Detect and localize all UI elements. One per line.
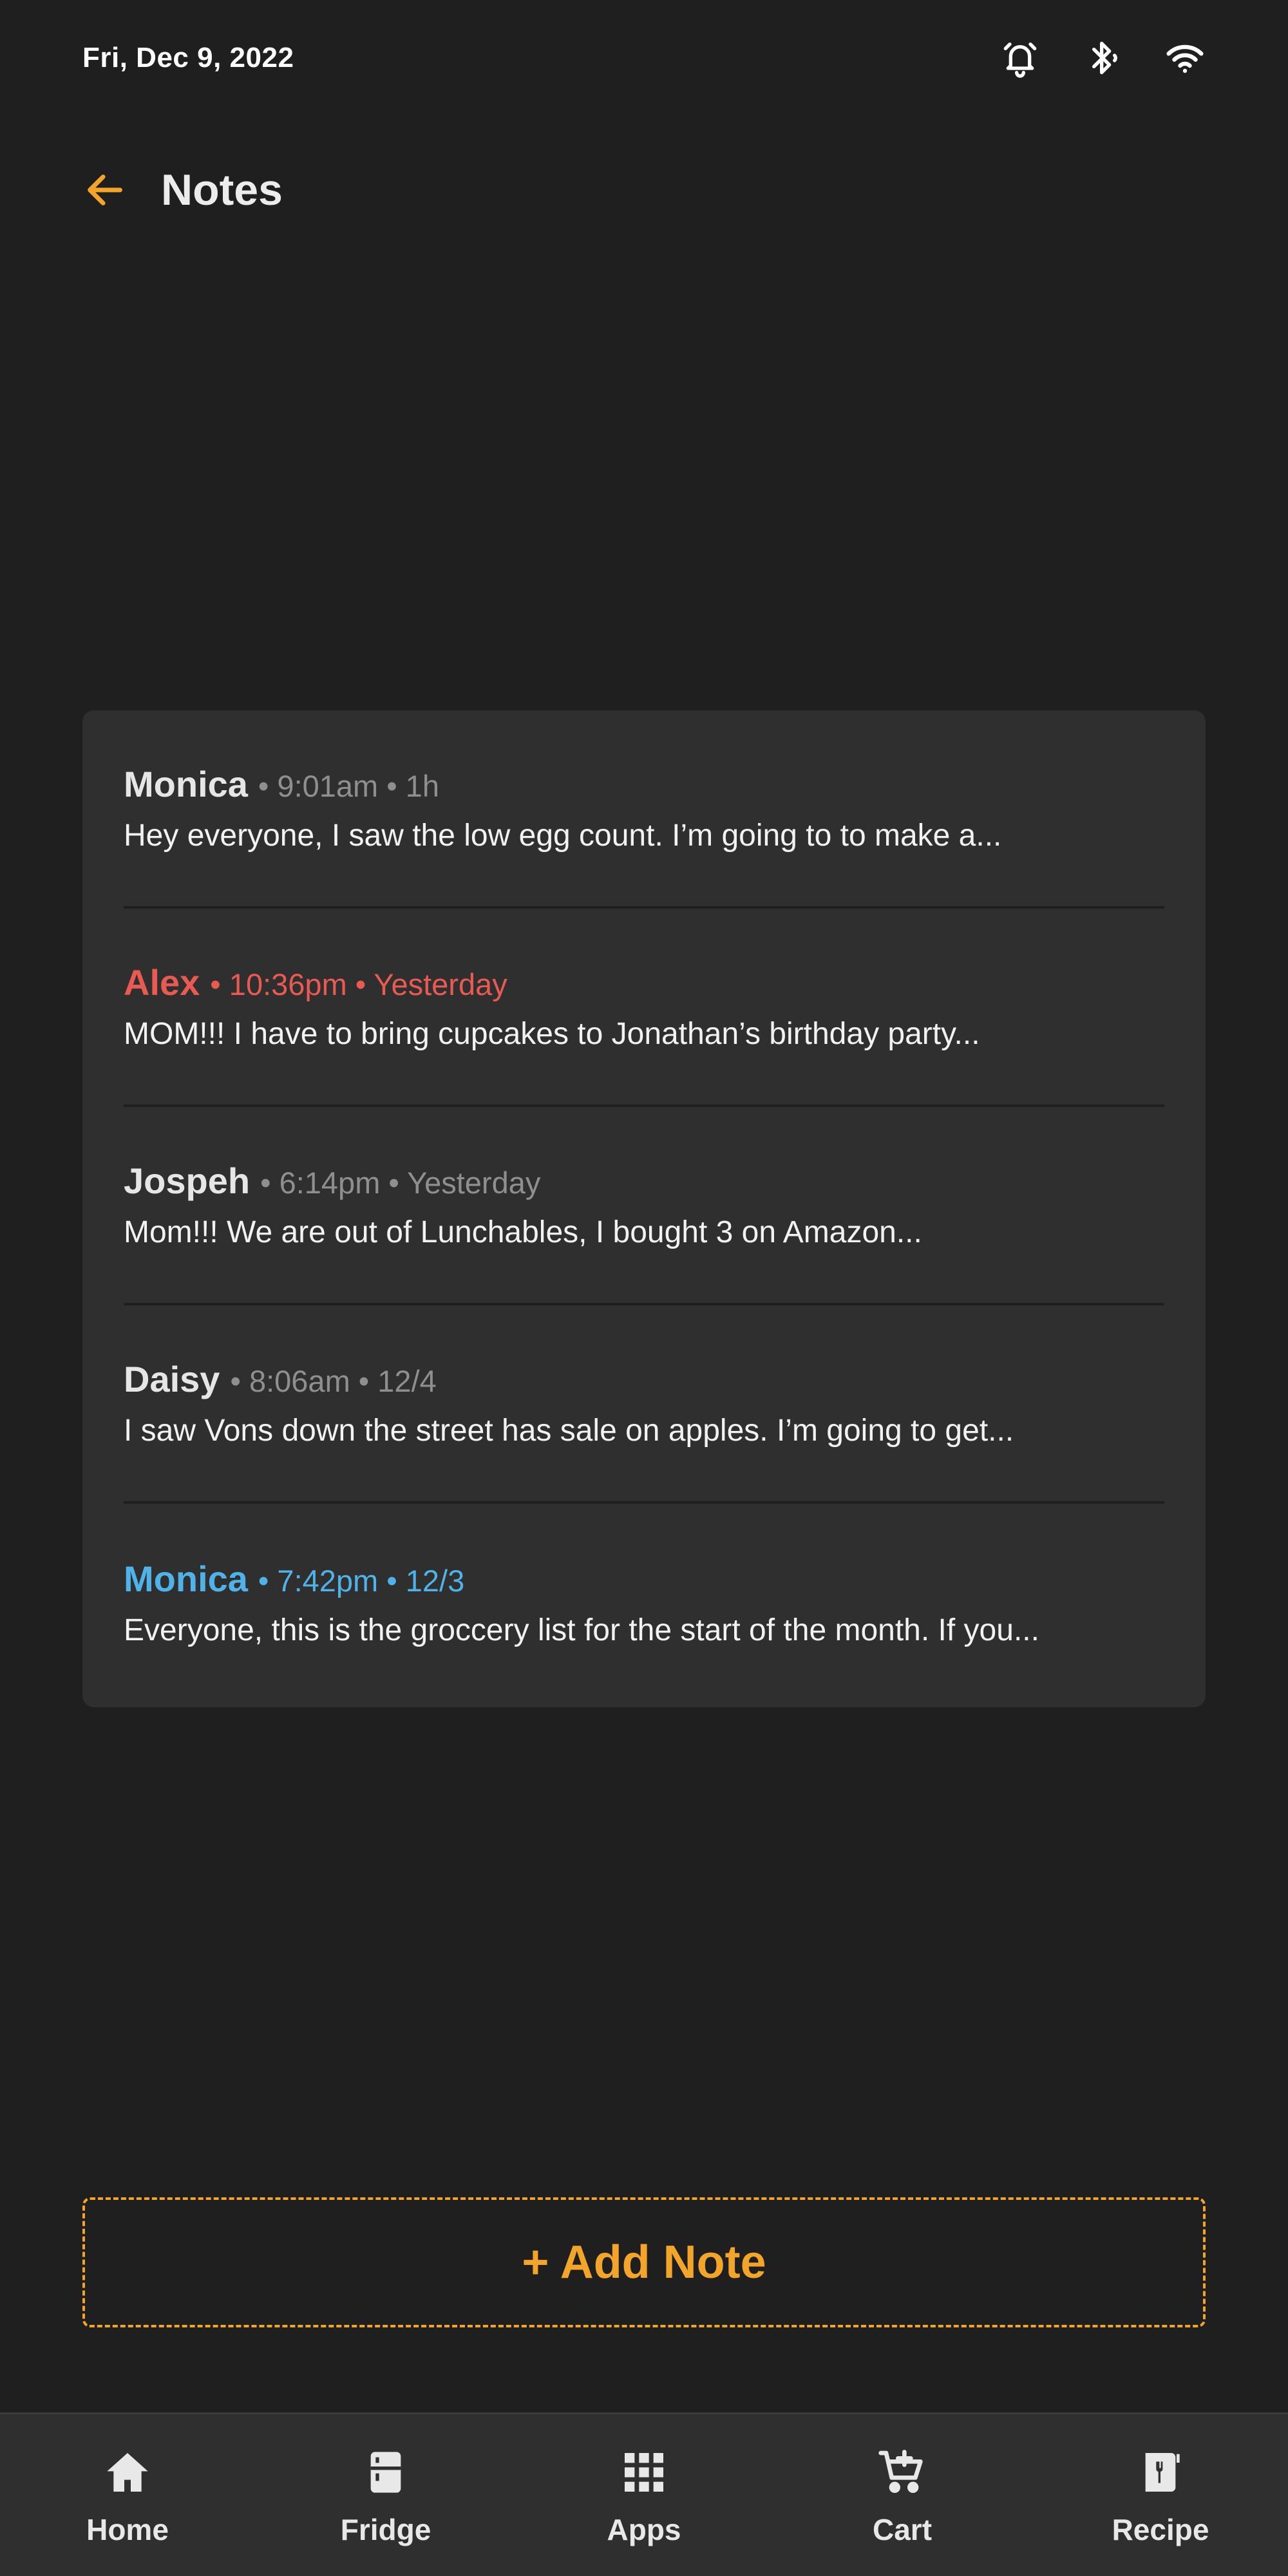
- nav-item-home[interactable]: Home: [41, 2414, 214, 2576]
- recipe-book-icon: [1145, 2453, 1180, 2492]
- note-header: Jospeh • 6:14pm • Yesterday: [124, 1160, 1164, 1202]
- notes-screen: Fri, Dec 9, 2022 Notes Monica • 9:01am •…: [0, 0, 1288, 2576]
- nav-item-apps[interactable]: Apps: [558, 2414, 730, 2576]
- nav-item-recipe[interactable]: Recipe: [1074, 2414, 1247, 2576]
- status-bar: Fri, Dec 9, 2022: [82, 35, 1206, 80]
- note-author: Monica: [124, 764, 248, 804]
- note-preview: MOM!!! I have to bring cupcakes to Jonat…: [124, 1017, 980, 1051]
- nav-label: Home: [86, 2513, 169, 2546]
- home-icon: [107, 2453, 148, 2492]
- fridge-icon: [370, 2452, 401, 2493]
- nav-item-cart[interactable]: Cart: [816, 2414, 989, 2576]
- note-author: Daisy: [124, 1359, 220, 1399]
- note-meta: • 10:36pm • Yesterday: [210, 967, 507, 1001]
- nav-label: Apps: [607, 2513, 681, 2546]
- nav-label: Cart: [872, 2513, 933, 2546]
- bottom-nav: Home Fridge Apps Cart Recipe: [0, 2412, 1288, 2576]
- bluetooth-icon: [1082, 37, 1123, 79]
- note-item[interactable]: Jospeh • 6:14pm • Yesterday Mom!!! We ar…: [124, 1107, 1164, 1305]
- note-header: Monica • 9:01am • 1h: [124, 763, 1164, 805]
- back-button[interactable]: [82, 167, 128, 213]
- alarm-icon: [999, 37, 1041, 79]
- note-meta: • 8:06am • 12/4: [230, 1364, 437, 1398]
- page-title: Notes: [161, 166, 283, 214]
- add-note-button[interactable]: + Add Note: [82, 2197, 1206, 2327]
- note-item[interactable]: Monica • 9:01am • 1h Hey everyone, I saw…: [124, 710, 1164, 909]
- note-header: Alex • 10:36pm • Yesterday: [124, 961, 1164, 1003]
- cart-icon: [878, 2450, 923, 2493]
- apps-grid-icon: [625, 2453, 663, 2492]
- wifi-icon: [1164, 37, 1206, 79]
- header: Notes: [82, 158, 283, 222]
- note-meta: • 9:01am • 1h: [258, 769, 440, 803]
- note-author: Alex: [124, 962, 200, 1003]
- status-date: Fri, Dec 9, 2022: [82, 42, 294, 73]
- note-author: Jospeh: [124, 1160, 251, 1201]
- note-preview: Hey everyone, I saw the low egg count. I…: [124, 819, 1002, 853]
- nav-item-fridge[interactable]: Fridge: [299, 2414, 472, 2576]
- note-meta: • 7:42pm • 12/3: [258, 1564, 465, 1598]
- note-meta: • 6:14pm • Yesterday: [260, 1166, 541, 1200]
- status-icons: [999, 37, 1206, 79]
- note-author: Monica: [124, 1558, 248, 1599]
- nav-label: Fridge: [340, 2513, 431, 2546]
- note-preview: Mom!!! We are out of Lunchables, I bough…: [124, 1215, 922, 1249]
- note-preview: I saw Vons down the street has sale on a…: [124, 1414, 1014, 1448]
- note-item[interactable]: Daisy • 8:06am • 12/4 I saw Vons down th…: [124, 1305, 1164, 1504]
- note-header: Monica • 7:42pm • 12/3: [124, 1558, 1164, 1600]
- nav-label: Recipe: [1112, 2513, 1209, 2546]
- arrow-left-icon: [88, 175, 122, 205]
- note-header: Daisy • 8:06am • 12/4: [124, 1358, 1164, 1400]
- notes-list: Monica • 9:01am • 1h Hey everyone, I saw…: [82, 710, 1206, 1707]
- note-preview: Everyone, this is the groccery list for …: [124, 1613, 1039, 1647]
- note-item[interactable]: Monica • 7:42pm • 12/3 Everyone, this is…: [124, 1504, 1164, 1702]
- note-item[interactable]: Alex • 10:36pm • Yesterday MOM!!! I have…: [124, 909, 1164, 1107]
